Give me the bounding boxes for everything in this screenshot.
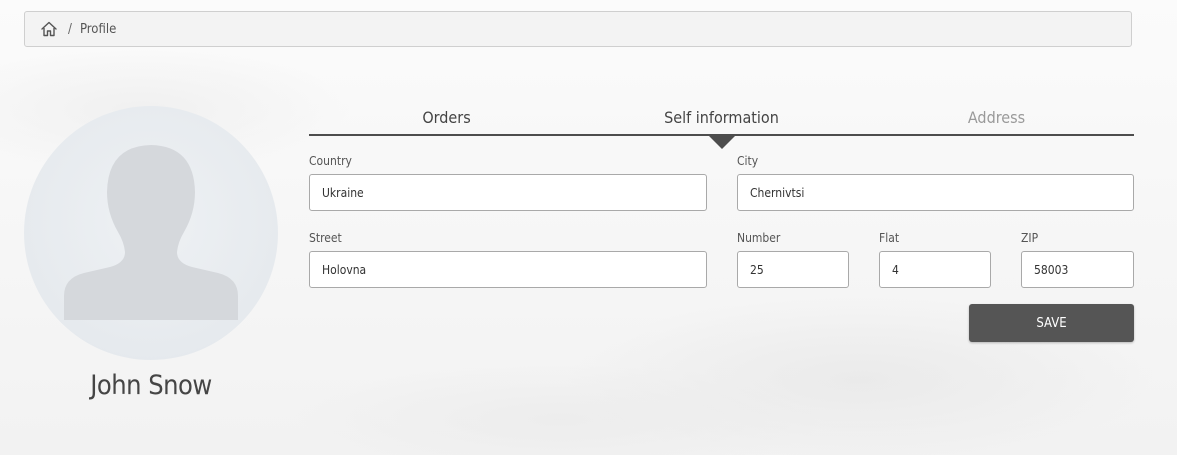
tab-address[interactable]: Address — [859, 104, 1134, 134]
tab-self-information[interactable]: Self information — [584, 104, 859, 134]
country-field[interactable] — [309, 174, 707, 211]
user-name: John Snow — [90, 370, 212, 401]
number-label: Number — [737, 231, 781, 245]
tab-orders[interactable]: Orders — [309, 104, 584, 134]
save-button[interactable]: SAVE — [969, 304, 1134, 342]
home-icon[interactable] — [40, 20, 58, 38]
city-label: City — [737, 154, 759, 168]
street-label: Street — [309, 231, 342, 245]
city-field[interactable] — [737, 174, 1134, 211]
street-field[interactable] — [309, 251, 707, 288]
active-tab-indicator — [707, 134, 737, 149]
number-field[interactable] — [737, 251, 849, 288]
zip-label: ZIP — [1021, 231, 1039, 245]
breadcrumb: / Profile — [24, 11, 1132, 47]
breadcrumb-separator: / — [68, 21, 72, 37]
user-silhouette-icon — [64, 145, 238, 320]
country-label: Country — [309, 154, 352, 168]
flat-field[interactable] — [879, 251, 991, 288]
zip-field[interactable] — [1021, 251, 1134, 288]
flat-label: Flat — [879, 231, 900, 245]
avatar[interactable] — [24, 106, 278, 360]
profile-tabs: Orders Self information Address — [309, 104, 1134, 136]
breadcrumb-current: Profile — [79, 21, 117, 37]
